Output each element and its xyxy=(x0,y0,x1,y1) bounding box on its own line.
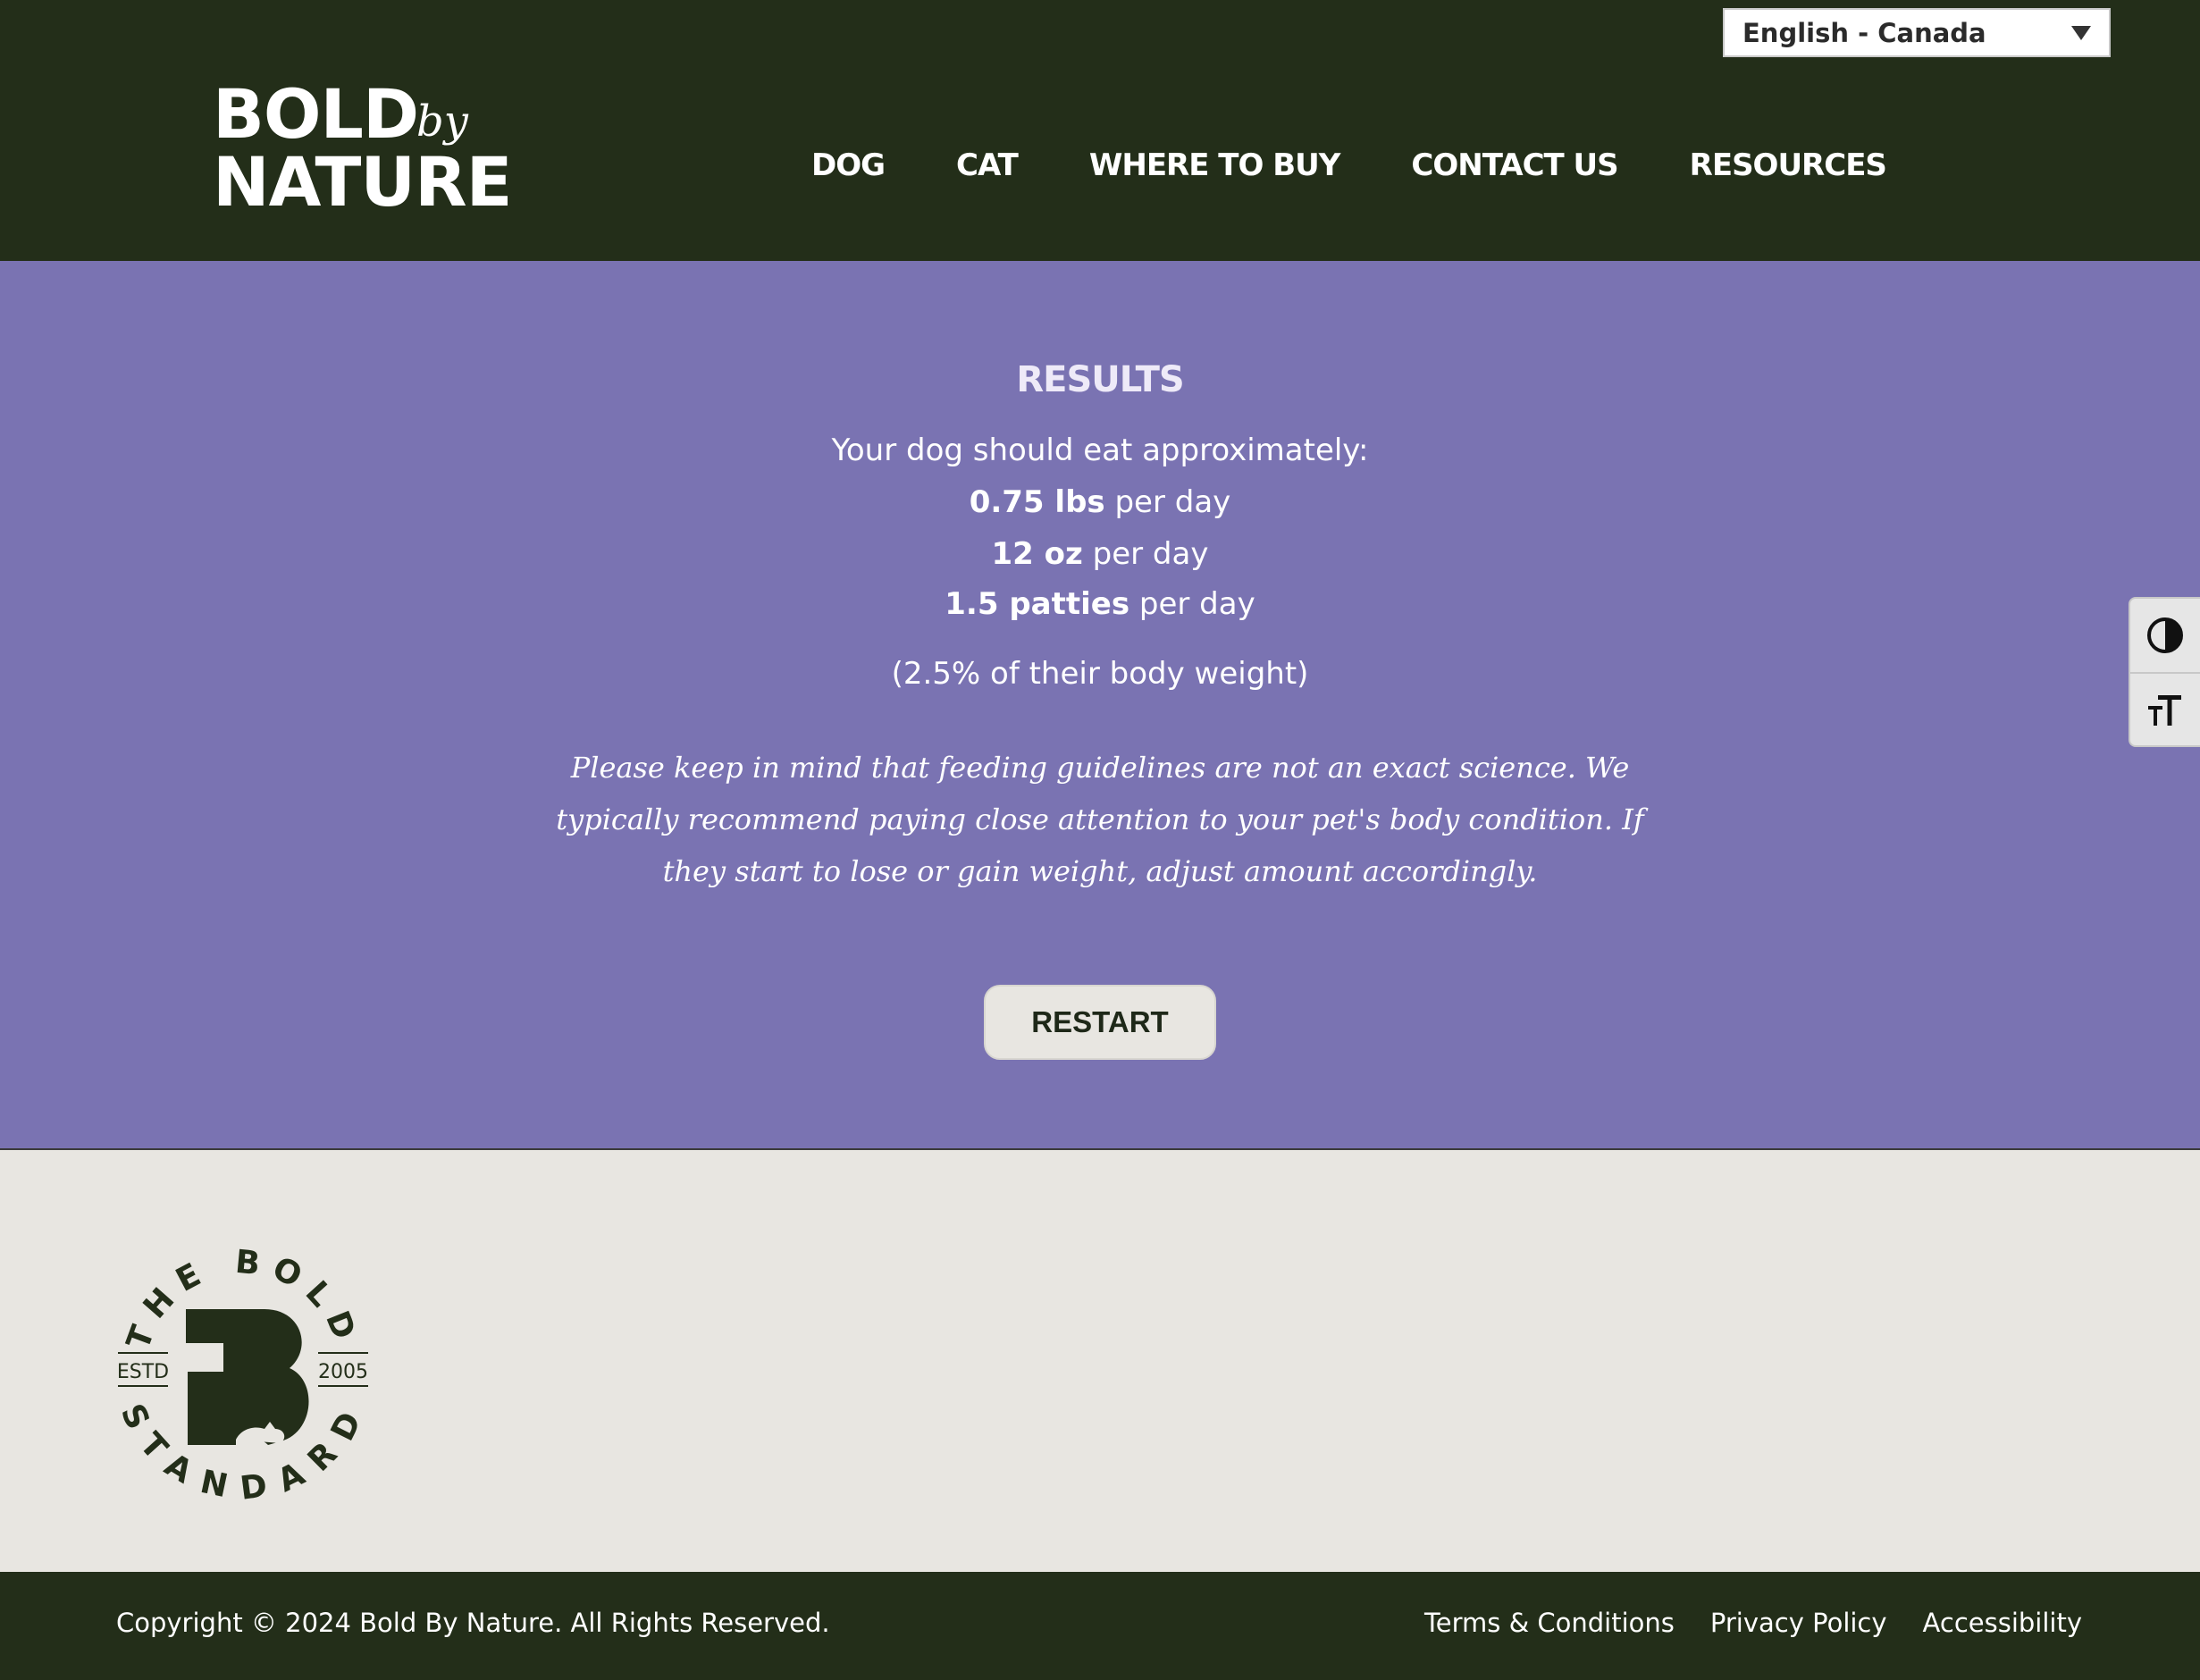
result-lbs-suffix: per day xyxy=(1104,484,1231,520)
nav-item-cat[interactable]: CAT xyxy=(956,147,1019,183)
result-patties-value: 1.5 patties xyxy=(945,586,1130,622)
footer-link-terms[interactable]: Terms & Conditions xyxy=(1424,1608,1675,1638)
result-lbs: 0.75 lbs per day xyxy=(0,484,2200,520)
result-patties: 1.5 patties per day xyxy=(0,586,2200,622)
accessibility-toolbar xyxy=(2129,597,2200,747)
footer-link-accessibility[interactable]: Accessibility xyxy=(1923,1608,2082,1638)
nav-item-dog[interactable]: DOG xyxy=(811,147,886,183)
contrast-icon xyxy=(2147,617,2183,653)
site-footer: Copyright © 2024 Bold By Nature. All Rig… xyxy=(0,1572,2200,1680)
result-oz-value: 12 oz xyxy=(991,536,1083,572)
result-percent: (2.5% of their body weight) xyxy=(891,656,1309,692)
footer-link-privacy[interactable]: Privacy Policy xyxy=(1710,1608,1887,1638)
logo-bold-text: BOLD xyxy=(213,74,419,154)
logo-nature-text: NATURE xyxy=(213,142,513,222)
contrast-toggle-button[interactable] xyxy=(2130,599,2200,672)
result-lbs-value: 0.75 lbs xyxy=(969,484,1105,520)
result-oz: 12 oz per day xyxy=(0,536,2200,572)
badge-left-text: ESTD xyxy=(117,1361,169,1383)
footer-links: Terms & Conditions Privacy Policy Access… xyxy=(1389,1608,2082,1638)
site-logo[interactable]: BOLD by NATURE xyxy=(213,74,516,222)
badge-b-mark xyxy=(186,1309,309,1445)
result-patties-suffix: per day xyxy=(1129,586,1255,622)
logo-by-text: by xyxy=(416,97,468,147)
results-section: RESULTS Your dog should eat approximatel… xyxy=(0,261,2200,1150)
main-nav: DOG CAT WHERE TO BUY CONTACT US RESOURCE… xyxy=(811,141,1887,189)
badge-right-text: 2005 xyxy=(318,1361,368,1383)
copyright-text: Copyright © 2024 Bold By Nature. All Rig… xyxy=(116,1608,830,1638)
results-intro: Your dog should eat approximately: xyxy=(831,433,1369,468)
language-select[interactable]: English - Canada xyxy=(1723,8,2111,57)
restart-button[interactable]: RESTART xyxy=(984,985,1216,1060)
nav-item-contact-us[interactable]: CONTACT US xyxy=(1411,147,1618,183)
font-size-toggle-button[interactable] xyxy=(2130,672,2200,745)
bold-standard-badge: THE BOLD STANDARD ESTD 2005 xyxy=(113,1244,368,1502)
language-select-value: English - Canada xyxy=(1742,17,1986,48)
badge-section: THE BOLD STANDARD ESTD 2005 xyxy=(0,1152,2200,1572)
font-size-icon xyxy=(2148,695,2181,726)
site-header: English - Canada BOLD by NATURE DOG CAT … xyxy=(0,0,2200,261)
nav-item-where-to-buy[interactable]: WHERE TO BUY xyxy=(1089,147,1341,183)
results-title: RESULTS xyxy=(1016,359,1184,400)
chevron-down-icon xyxy=(2071,25,2091,40)
result-oz-suffix: per day xyxy=(1082,536,1209,572)
feeding-disclaimer: Please keep in mind that feeding guideli… xyxy=(556,751,1644,888)
nav-item-resources[interactable]: RESOURCES xyxy=(1690,147,1887,183)
